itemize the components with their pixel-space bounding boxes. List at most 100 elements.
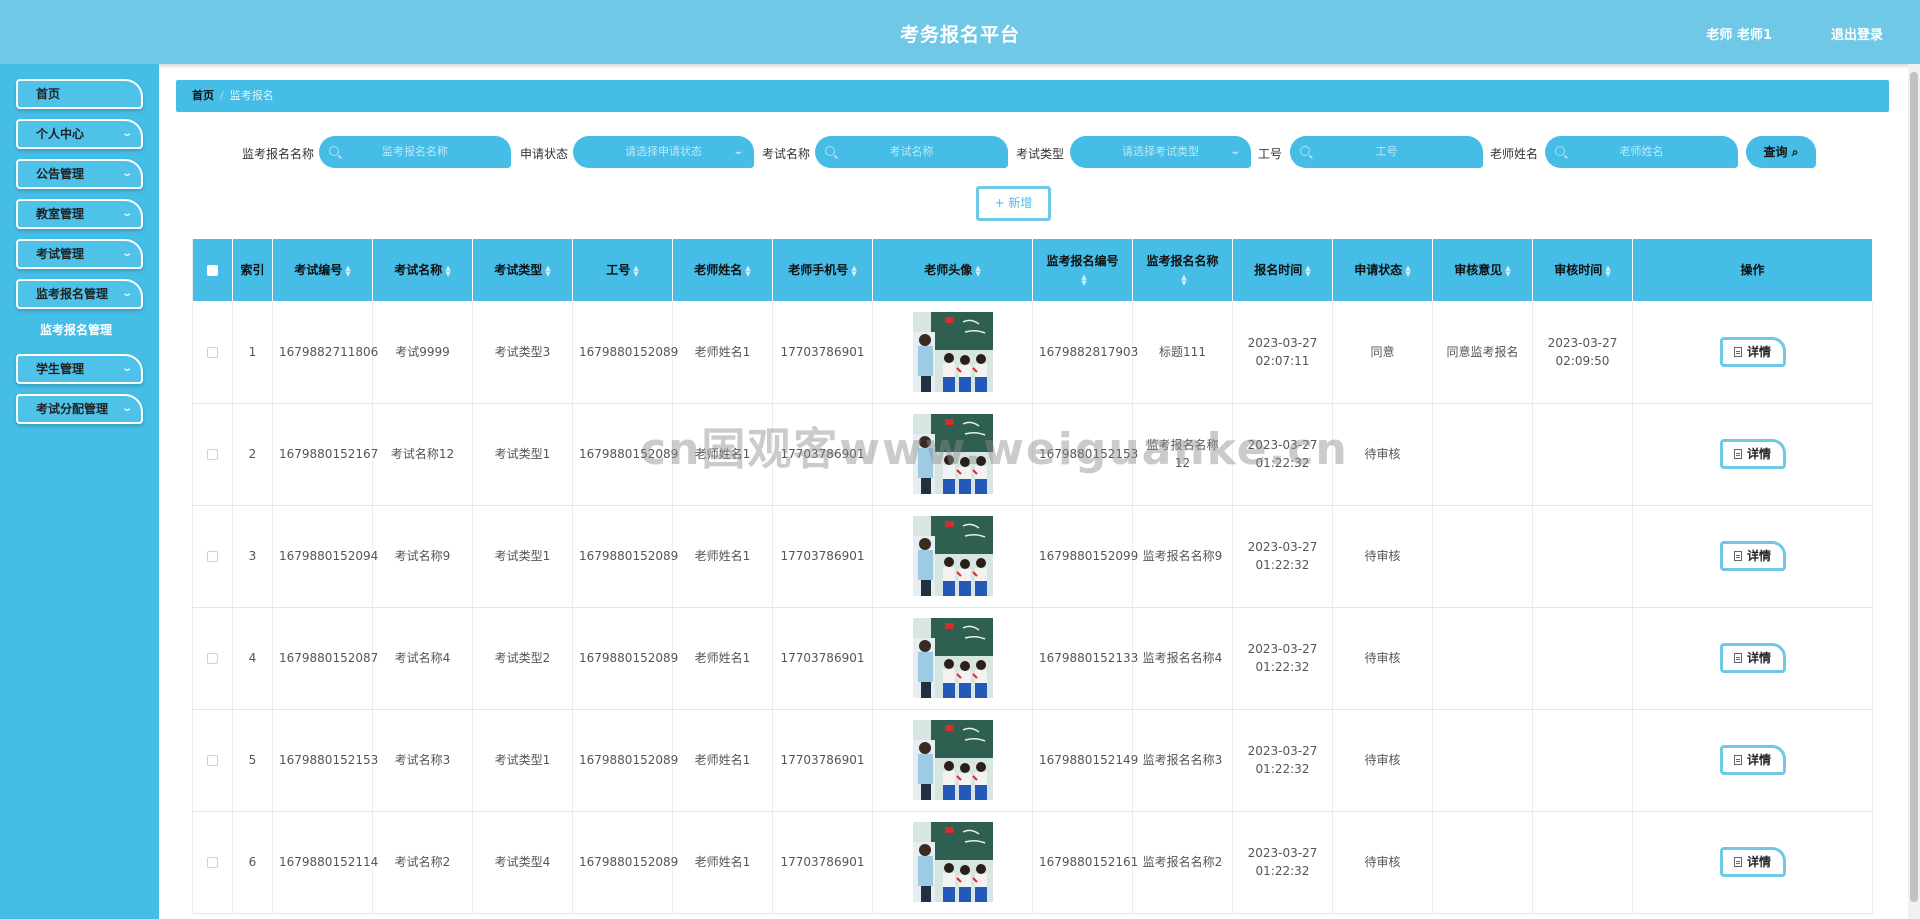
- detail-button[interactable]: 详情: [1719, 336, 1786, 367]
- page-scrollbar[interactable]: [1908, 64, 1920, 919]
- sort-icon[interactable]: ▲ ▼: [1081, 273, 1086, 286]
- cell-registration-time: 2023-03-27 01:22:32: [1232, 505, 1333, 608]
- table-body: 1 1679882711806 考试9999 考试类型3 1679880152089 老师…: [192, 301, 1873, 914]
- cell-exam-name: 考试名称12: [372, 403, 473, 506]
- select-all-header: [192, 239, 233, 301]
- chevron-down-icon: ⌄: [120, 363, 133, 374]
- sort-icon[interactable]: ▲ ▼: [633, 264, 638, 277]
- cell-teacher-name: 老师姓名1: [672, 301, 773, 404]
- document-icon: [1733, 857, 1742, 867]
- cell-exam-name: 考试名称9: [372, 505, 473, 608]
- row-checkbox[interactable]: [207, 857, 218, 868]
- cell-exam-name: 考试9999: [372, 301, 473, 404]
- table-row: 4 1679880152087 考试名称4 考试类型2 1679880152089 老师姓…: [192, 607, 1873, 710]
- column-header[interactable]: 老师头像 ▲ ▼: [872, 239, 1033, 301]
- cell-registration-name: 监考报名名称12: [1132, 403, 1233, 506]
- column-label: 申请状态: [1354, 263, 1403, 277]
- detail-button[interactable]: 详情: [1719, 847, 1786, 877]
- registration-name-input[interactable]: 监考报名名称: [319, 136, 511, 168]
- job-no-input[interactable]: 工号: [1290, 136, 1483, 168]
- cell-job-no: 1679880152089: [572, 607, 678, 710]
- cell-teacher-avatar: [872, 403, 1033, 506]
- detail-button[interactable]: 详情: [1719, 541, 1786, 571]
- cell-teacher-avatar: [872, 607, 1033, 710]
- exam-type-select[interactable]: 请选择考试类型 ⌄: [1070, 136, 1251, 168]
- column-label: 操作: [1740, 263, 1765, 277]
- sort-icon[interactable]: ▲ ▼: [445, 264, 450, 277]
- cell-index: 6: [232, 811, 273, 914]
- exam-name-input[interactable]: 考试名称: [815, 136, 1008, 168]
- sidebar-item-classrooms[interactable]: 教室管理 ⌄: [16, 199, 143, 229]
- sort-icon[interactable]: ▲ ▼: [1605, 264, 1610, 277]
- logout-link[interactable]: 退出登录: [1831, 24, 1883, 43]
- cell-status: 同意: [1332, 301, 1433, 404]
- column-header[interactable]: 报名时间 ▲ ▼: [1232, 239, 1333, 301]
- submenu-item-proctor-registration[interactable]: 监考报名管理: [40, 319, 150, 341]
- sidebar-item-proctor-registration[interactable]: 监考报名管理 ⌄: [16, 279, 143, 309]
- sidebar-item-home[interactable]: 首页: [16, 79, 143, 109]
- document-icon: [1733, 449, 1742, 459]
- add-button[interactable]: + 新增: [976, 186, 1051, 221]
- select-all-checkbox[interactable]: [207, 265, 218, 276]
- column-header[interactable]: 考试名称 ▲ ▼: [372, 239, 473, 301]
- cell-teacher-name: 老师姓名1: [672, 709, 773, 812]
- scrollbar-thumb[interactable]: [1910, 72, 1918, 902]
- sidebar-item-notices[interactable]: 公告管理 ⌄: [16, 159, 143, 189]
- detail-button[interactable]: 详情: [1719, 439, 1786, 469]
- cell-exam-no: 1679882711806: [272, 301, 378, 404]
- table-header-row: 索引 考试编号 ▲ ▼ 考试名称 ▲ ▼ 考试类型 ▲ ▼ 工号 ▲ ▼ 老师姓名 ▲ ▼ 老师手机…: [192, 239, 1873, 301]
- chevron-down-icon: ⌄: [120, 288, 133, 299]
- sidebar-item-students[interactable]: 学生管理 ⌄: [16, 354, 143, 384]
- column-header[interactable]: 监考报名名称 ▲ ▼: [1132, 239, 1233, 301]
- cell-index: 4: [232, 607, 273, 710]
- cell-teacher-name: 老师姓名1: [672, 811, 773, 914]
- sidebar-item-exam-assignment[interactable]: 考试分配管理 ⌄: [16, 394, 143, 424]
- cell-teacher-phone: 17703786901: [772, 607, 873, 710]
- status-select[interactable]: 请选择申请状态 ⌄: [573, 136, 754, 168]
- sort-icon[interactable]: ▲ ▼: [1405, 264, 1410, 277]
- query-button[interactable]: 查询 ⌕: [1746, 136, 1816, 168]
- cell-teacher-name: 老师姓名1: [672, 403, 773, 506]
- row-checkbox[interactable]: [207, 653, 218, 664]
- sort-icon[interactable]: ▲ ▼: [851, 264, 856, 277]
- column-header[interactable]: 工号 ▲ ▼: [572, 239, 673, 301]
- breadcrumb: 首页 / 监考报名: [176, 80, 1889, 112]
- column-header[interactable]: 老师手机号 ▲ ▼: [772, 239, 873, 301]
- breadcrumb-home[interactable]: 首页: [192, 89, 214, 102]
- column-header[interactable]: 老师姓名 ▲ ▼: [672, 239, 773, 301]
- teacher-name-input[interactable]: 老师姓名: [1545, 136, 1738, 168]
- cell-teacher-phone: 17703786901: [772, 811, 873, 914]
- sort-icon[interactable]: ▲ ▼: [1505, 264, 1510, 277]
- search-label-job-no: 工号: [1258, 147, 1283, 161]
- sort-icon[interactable]: ▲ ▼: [345, 264, 350, 277]
- cell-actions: 详情: [1632, 607, 1873, 710]
- sort-icon[interactable]: ▲ ▼: [1181, 273, 1186, 286]
- app-title: 考务报名平台: [899, 24, 1020, 46]
- detail-button[interactable]: 详情: [1719, 745, 1786, 775]
- sidebar-item-label: 公告管理: [36, 167, 85, 181]
- sidebar-item-profile[interactable]: 个人中心 ⌄: [16, 119, 143, 149]
- sort-icon[interactable]: ▲ ▼: [975, 264, 980, 277]
- row-checkbox[interactable]: [207, 346, 218, 358]
- column-header[interactable]: 监考报名编号 ▲ ▼: [1032, 239, 1133, 301]
- column-label: 工号: [606, 263, 631, 277]
- sort-icon[interactable]: ▲ ▼: [1305, 264, 1310, 277]
- column-header[interactable]: 审核意见 ▲ ▼: [1432, 239, 1533, 301]
- column-header[interactable]: 考试类型 ▲ ▼: [472, 239, 573, 301]
- sort-icon[interactable]: ▲ ▼: [545, 264, 550, 277]
- row-checkbox[interactable]: [207, 449, 218, 460]
- sidebar-item-exams[interactable]: 考试管理 ⌄: [16, 239, 143, 269]
- column-header[interactable]: 申请状态 ▲ ▼: [1332, 239, 1433, 301]
- row-checkbox[interactable]: [207, 755, 218, 766]
- cell-exam-no: 1679880152087: [272, 607, 378, 710]
- table-row: 2 1679880152167 考试名称12 考试类型1 1679880152089 老师…: [192, 403, 1873, 506]
- chevron-down-icon: ⌄: [731, 146, 744, 157]
- cell-review-time: [1532, 709, 1633, 812]
- detail-button[interactable]: 详情: [1719, 643, 1786, 673]
- sort-icon[interactable]: ▲ ▼: [745, 264, 750, 277]
- cell-index: 2: [232, 403, 273, 506]
- column-header[interactable]: 考试编号 ▲ ▼: [272, 239, 373, 301]
- row-checkbox[interactable]: [207, 551, 218, 562]
- column-header[interactable]: 审核时间 ▲ ▼: [1532, 239, 1633, 301]
- cell-select: [192, 403, 233, 506]
